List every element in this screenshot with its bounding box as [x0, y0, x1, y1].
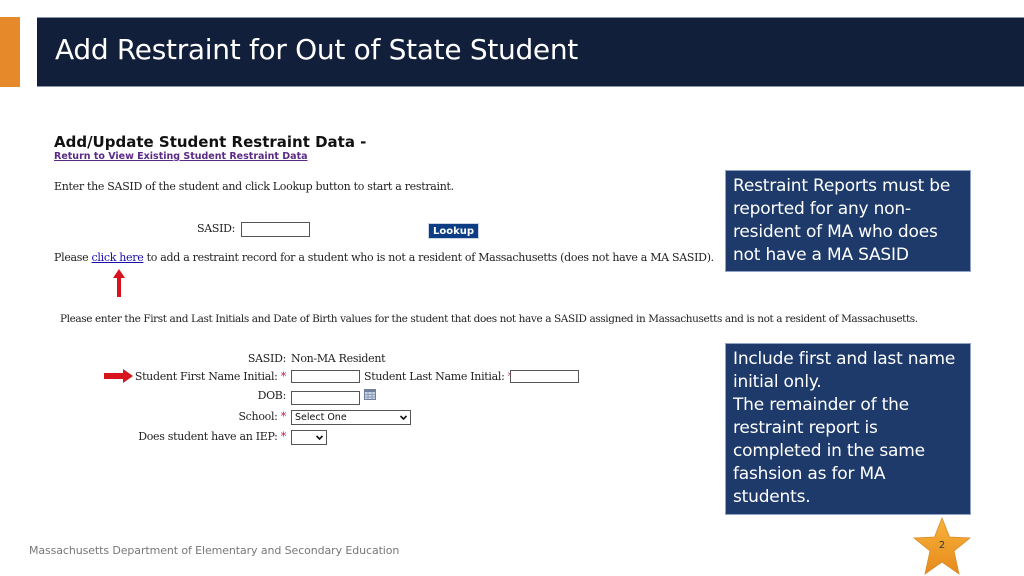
- initials-instruction: Please enter the First and Last Initials…: [60, 313, 918, 325]
- callout-initials: Include first and last name initial only…: [725, 343, 971, 515]
- required-marker: *: [280, 410, 287, 423]
- first-initial-input[interactable]: [291, 370, 360, 383]
- nonresident-suffix: to add a restraint record for a student …: [143, 251, 715, 264]
- nonma-sasid-value: Non-MA Resident: [291, 352, 386, 365]
- callout-nonresident: Restraint Reports must be reported for a…: [725, 170, 971, 272]
- click-here-link[interactable]: click here: [92, 251, 144, 264]
- calendar-icon[interactable]: [364, 388, 376, 400]
- lookup-button[interactable]: Lookup: [428, 223, 479, 239]
- first-initial-label: Student First Name Initial: *: [134, 370, 287, 383]
- required-marker: *: [280, 430, 287, 443]
- iep-label: Does student have an IEP: *: [138, 430, 287, 443]
- dob-input[interactable]: [291, 391, 360, 405]
- slide-title: Add Restraint for Out of State Student: [55, 33, 578, 66]
- required-marker: *: [280, 370, 287, 383]
- nonresident-instruction: Please click here to add a restraint rec…: [54, 251, 714, 264]
- school-select[interactable]: Select One: [291, 410, 411, 425]
- dob-label: DOB:: [257, 389, 287, 402]
- school-selected-value: Select One: [295, 412, 347, 423]
- callout-text: Restraint Reports must be reported for a…: [733, 176, 951, 265]
- chevron-down-icon: [316, 435, 323, 441]
- nonma-sasid-label: SASID:: [247, 352, 286, 365]
- nonresident-prefix: Please: [54, 251, 92, 264]
- callout-line: The remainder of the restraint report is…: [733, 395, 925, 507]
- chevron-down-icon: [400, 415, 407, 421]
- last-initial-input[interactable]: [510, 370, 579, 383]
- form-heading: Add/Update Student Restraint Data -: [54, 133, 367, 151]
- footer-text: Massachusetts Department of Elementary a…: [29, 544, 400, 557]
- page-number: 2: [938, 540, 946, 551]
- return-to-existing-link[interactable]: Return to View Existing Student Restrain…: [54, 151, 308, 162]
- callout-line: Include first and last name initial only…: [733, 349, 956, 392]
- arrow-up-icon: [113, 269, 125, 297]
- sasid-input[interactable]: [241, 222, 310, 237]
- iep-select[interactable]: [291, 430, 327, 445]
- sasid-label: SASID:: [197, 222, 236, 235]
- title-bar: Add Restraint for Out of State Student: [37, 17, 1024, 87]
- sasid-instruction: Enter the SASID of the student and click…: [54, 180, 454, 193]
- last-initial-label: Student Last Name Initial: *: [364, 370, 513, 383]
- accent-bar: [0, 17, 20, 87]
- school-label: School: *: [238, 410, 287, 423]
